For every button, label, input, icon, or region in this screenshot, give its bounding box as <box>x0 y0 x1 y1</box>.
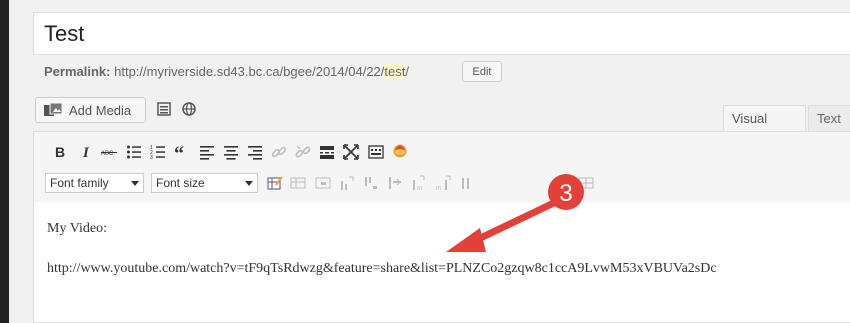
content-editor: B I ABC 123 “ Font family Font size m m … <box>33 131 850 323</box>
align-right-icon[interactable] <box>247 144 263 160</box>
media-icon <box>44 102 63 118</box>
col-before-icon[interactable]: m <box>411 175 427 191</box>
svg-text:m: m <box>417 186 422 191</box>
italic-icon[interactable]: I <box>79 144 95 160</box>
permalink-url: http://myriverside.sd43.bc.ca/bgee/2014/… <box>114 64 385 79</box>
editor-content-area[interactable]: My Video: http://www.youtube.com/watch?v… <box>34 202 850 322</box>
insert-table-icon[interactable] <box>267 175 283 191</box>
wordpress-icon[interactable] <box>392 142 408 158</box>
edit-permalink-button[interactable]: Edit <box>462 61 502 82</box>
read-more-icon[interactable] <box>319 144 335 160</box>
svg-text:ABC: ABC <box>101 151 114 157</box>
page-gutter <box>9 0 33 323</box>
editor-toolbar: B I ABC 123 “ Font family Font size m m <box>34 132 850 203</box>
permalink-slug[interactable]: test <box>384 64 406 79</box>
numbered-list-icon[interactable]: 123 <box>150 144 166 160</box>
align-left-icon[interactable] <box>199 144 215 160</box>
content-line-1: My Video: <box>47 221 107 236</box>
svg-text:I: I <box>82 145 90 160</box>
bold-icon[interactable]: B <box>52 144 68 160</box>
form-icon[interactable] <box>157 102 171 116</box>
admin-sidebar-edge <box>0 0 9 323</box>
cell-props-icon[interactable] <box>315 175 331 191</box>
col-after-icon[interactable]: m <box>435 175 451 191</box>
strikethrough-icon[interactable]: ABC <box>101 144 117 160</box>
unlink-icon[interactable] <box>295 144 311 160</box>
svg-text:3: 3 <box>150 155 153 160</box>
tab-visual[interactable]: Visual <box>723 105 806 131</box>
fullscreen-icon[interactable] <box>343 144 359 160</box>
font-size-value: Font size <box>156 176 205 190</box>
permalink-label: Permalink: <box>44 64 111 79</box>
add-media-button[interactable]: Add Media <box>35 97 146 123</box>
bullet-list-icon[interactable] <box>126 144 142 160</box>
add-media-label: Add Media <box>69 103 132 118</box>
insert-row-after-icon[interactable] <box>363 175 379 191</box>
blockquote-icon[interactable]: “ <box>174 144 190 160</box>
globe-icon[interactable] <box>182 102 196 116</box>
tab-text[interactable]: Text <box>808 105 850 131</box>
permalink-row: Permalink: http://myriverside.sd43.bc.ca… <box>44 64 409 79</box>
toolbar-toggle-icon[interactable] <box>368 144 384 160</box>
svg-text:“: “ <box>174 144 184 160</box>
font-family-select[interactable]: Font family <box>45 173 144 193</box>
font-family-value: Font family <box>50 176 109 190</box>
merge-cells-icon[interactable] <box>578 175 594 191</box>
insert-row-before-icon[interactable] <box>339 175 355 191</box>
font-size-select[interactable]: Font size <box>151 173 258 193</box>
chevron-down-icon <box>245 181 253 186</box>
link-icon[interactable] <box>271 144 287 160</box>
content-line-2: http://www.youtube.com/watch?v=tF9qTsRdw… <box>47 261 717 276</box>
post-title-field[interactable]: Test <box>33 12 850 55</box>
permalink-end: / <box>405 64 409 79</box>
post-title-text: Test <box>44 21 85 46</box>
svg-text:B: B <box>55 144 65 160</box>
delete-col-icon[interactable] <box>459 175 475 191</box>
svg-text:m: m <box>436 186 441 191</box>
table-props-icon[interactable] <box>290 175 306 191</box>
align-center-icon[interactable] <box>223 144 239 160</box>
delete-row-icon[interactable] <box>387 175 403 191</box>
chevron-down-icon <box>131 181 139 186</box>
